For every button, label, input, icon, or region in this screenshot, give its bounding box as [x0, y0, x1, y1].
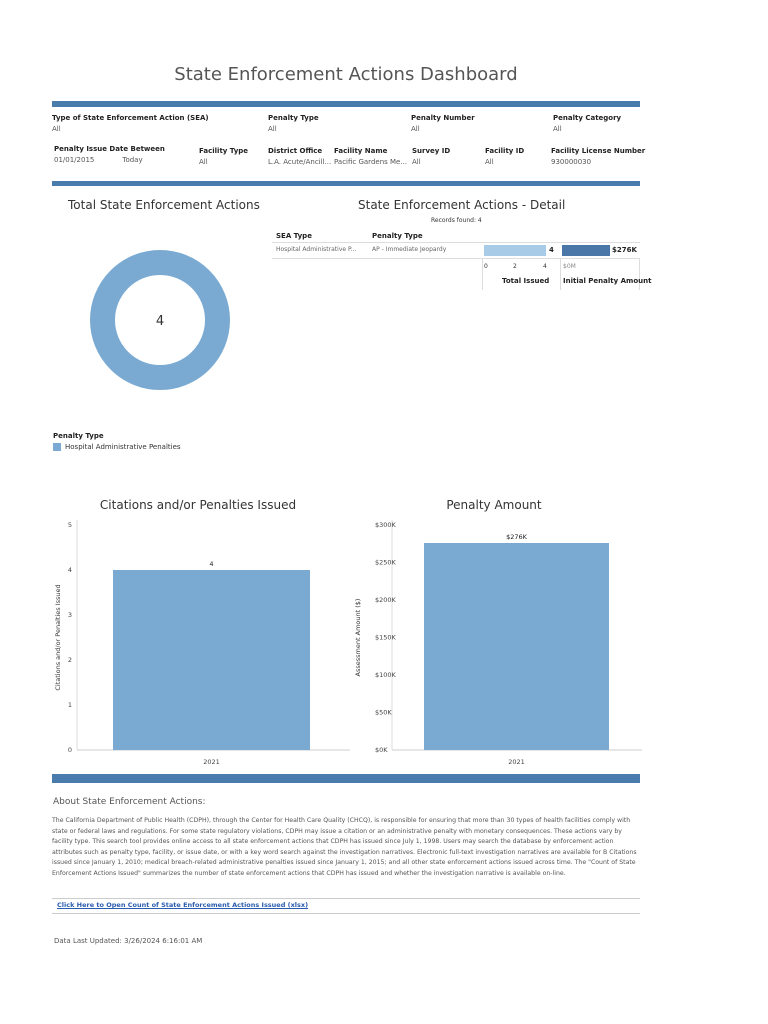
- citations-chart: 0 1 2 3 4 5 Citations and/or Penalties Issued 4…: [54, 520, 350, 766]
- issued-header: Total Issued: [502, 277, 550, 285]
- col-sea-type: SEA Type: [276, 232, 312, 240]
- filter-value: All: [485, 158, 494, 166]
- filter-license-number[interactable]: Facility License Number 930000030: [551, 147, 645, 166]
- bar: [424, 543, 609, 750]
- y-tick-label: $0K: [375, 746, 388, 754]
- filter-value: 930000030: [551, 158, 592, 166]
- filter-facility-id[interactable]: Facility ID All: [485, 147, 524, 166]
- axis-tick: 0: [484, 263, 488, 270]
- filter-penalty-number[interactable]: Penalty Number All: [411, 114, 475, 133]
- amount-header: Initial Penalty Amount: [563, 277, 652, 285]
- filter-value: L.A. Acute/Ancill...: [268, 158, 332, 166]
- records-found: Records found: 4: [431, 217, 482, 224]
- amount-bar: [562, 245, 610, 256]
- filter-penalty-category[interactable]: Penalty Category All: [553, 114, 621, 133]
- filter-label: Penalty Type: [268, 114, 319, 122]
- y-tick-label: $150K: [375, 634, 397, 642]
- filter-label: Penalty Issue Date Between: [54, 145, 165, 153]
- filter-district-office[interactable]: District Office L.A. Acute/Ancill...: [268, 147, 331, 166]
- filter-value: All: [52, 125, 61, 133]
- chart-title: Citations and/or Penalties Issued: [99, 498, 297, 512]
- filter-value: All: [553, 125, 562, 133]
- y-tick-label: 2: [68, 656, 72, 664]
- cell-sea: Hospital Administrative P...: [276, 246, 357, 253]
- filter-label: Penalty Number: [411, 114, 475, 122]
- date-from-input[interactable]: 01/01/2015: [54, 156, 94, 164]
- filter-label: Penalty Category: [553, 114, 622, 122]
- axis-tick: 4: [543, 263, 547, 270]
- legend-label: Hospital Administrative Penalties: [65, 443, 181, 451]
- divider-band: [52, 774, 640, 783]
- y-axis-label: Citations and/or Penalties Issued: [54, 584, 62, 690]
- filter-penalty-type[interactable]: Penalty Type All: [268, 114, 319, 133]
- filter-label: Facility Name: [334, 147, 388, 155]
- x-tick-label: 2021: [203, 758, 220, 766]
- y-tick-label: $200K: [375, 596, 397, 604]
- bar-label: $276K: [506, 533, 528, 541]
- filter-value: All: [412, 158, 421, 166]
- y-tick-label: 0: [68, 746, 72, 754]
- table-row[interactable]: Hospital Administrative P... AP - Immedi…: [272, 242, 640, 259]
- page-title: State Enforcement Actions Dashboard: [174, 64, 518, 85]
- filter-value: All: [411, 125, 420, 133]
- legend-swatch: [53, 443, 61, 451]
- y-tick-label: $50K: [375, 709, 392, 717]
- penalty-amount-chart: $0K $50K $100K $150K $200K $250K $300K Assessme…: [354, 520, 642, 766]
- divider-band: [52, 181, 640, 186]
- y-tick-label: 4: [68, 566, 72, 574]
- divider-band: [52, 101, 640, 107]
- filter-label: Facility License Number: [551, 147, 646, 155]
- bar: [113, 570, 310, 750]
- issued-label: 4: [549, 246, 554, 254]
- date-to-input[interactable]: Today: [122, 156, 142, 164]
- y-tick-label: $100K: [375, 671, 397, 679]
- filter-label: Facility Type: [199, 147, 249, 155]
- filter-label: Type of State Enforcement Action (SEA): [52, 114, 209, 122]
- bar-label: 4: [209, 560, 213, 568]
- donut-value: 4: [156, 314, 164, 329]
- axis-tick: $0M: [563, 263, 576, 270]
- filter-value: All: [199, 158, 208, 166]
- filter-label: Survey ID: [412, 147, 451, 155]
- filter-label: Facility ID: [485, 147, 525, 155]
- filter-label: District Office: [268, 147, 323, 155]
- filter-value: Pacific Gardens Me...: [334, 158, 408, 166]
- total-title: Total State Enforcement Actions: [68, 198, 260, 212]
- filter-value: All: [268, 125, 277, 133]
- legend-title: Penalty Type: [53, 432, 104, 440]
- x-tick-label: 2021: [508, 758, 525, 766]
- y-tick-label: 5: [68, 521, 72, 529]
- issued-bar: [484, 245, 546, 256]
- y-axis-label: Assessment Amount ($): [354, 599, 362, 677]
- data-updated: Data Last Updated: 3/26/2024 6:16:01 AM: [54, 937, 203, 945]
- count-xlsx-link[interactable]: Click Here to Open Count of State Enforc…: [57, 901, 308, 909]
- y-tick-label: $300K: [375, 521, 397, 529]
- filter-facility-type[interactable]: Facility Type All: [199, 147, 248, 166]
- filter-date-range[interactable]: Penalty Issue Date Between 01/01/2015 Toda…: [54, 145, 194, 164]
- detail-title: State Enforcement Actions - Detail: [358, 198, 566, 212]
- axis-tick: 2: [513, 263, 517, 270]
- y-tick-label: $250K: [375, 559, 397, 567]
- filter-survey-id[interactable]: Survey ID All: [412, 147, 450, 166]
- amount-label: $276K: [612, 246, 637, 254]
- about-text: The California Department of Public Heal…: [52, 817, 637, 877]
- about-heading: About State Enforcement Actions:: [53, 797, 206, 807]
- chart-title: Penalty Amount: [446, 498, 542, 512]
- y-tick-label: 1: [68, 701, 72, 709]
- filter-facility-name[interactable]: Facility Name Pacific Gardens Me...: [334, 147, 407, 166]
- filter-sea-type[interactable]: Type of State Enforcement Action (SEA) Al…: [52, 114, 209, 133]
- cell-penalty: AP - Immediate Jeopardy: [372, 246, 447, 253]
- legend-item[interactable]: Hospital Administrative Penalties: [53, 443, 181, 451]
- y-tick-label: 3: [68, 611, 72, 619]
- col-penalty-type: Penalty Type: [372, 232, 423, 240]
- total-donut: 4: [90, 250, 230, 390]
